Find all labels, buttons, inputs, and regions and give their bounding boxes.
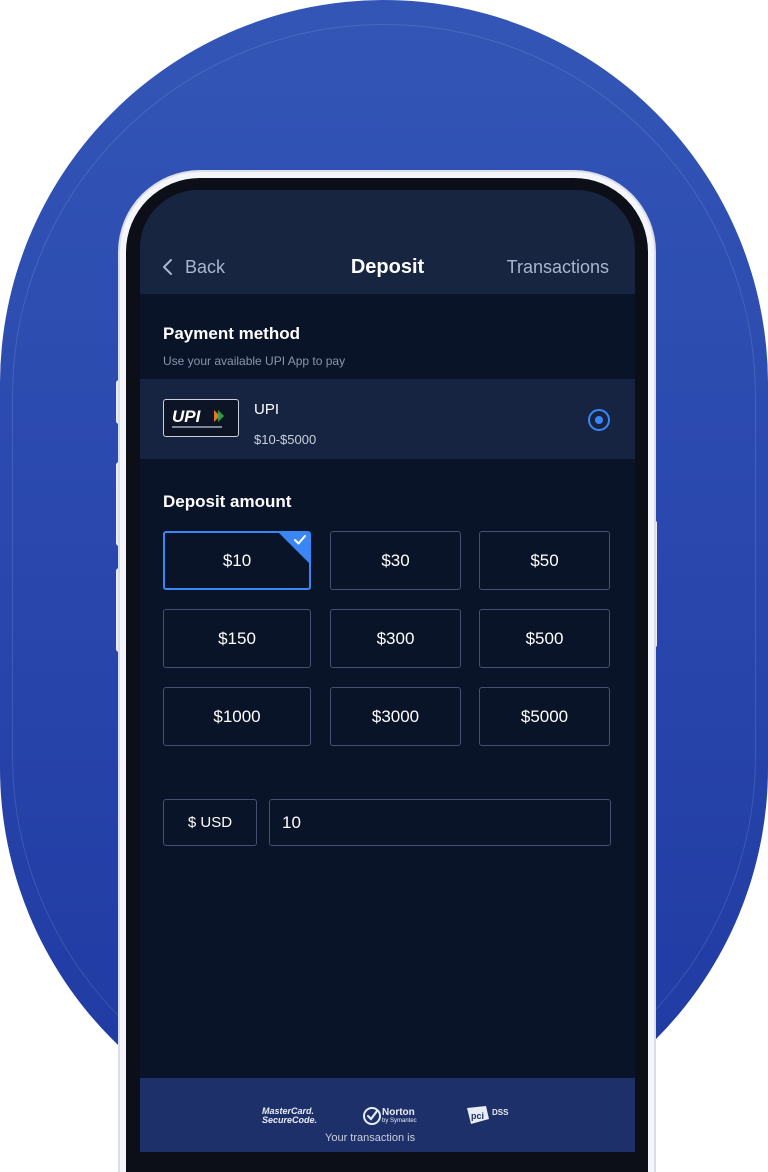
upi-name: UPI bbox=[254, 401, 280, 418]
amount-option-30[interactable]: $30 bbox=[330, 531, 461, 590]
amount-option-10[interactable]: $10 bbox=[163, 531, 311, 590]
amount-option-5000[interactable]: $5000 bbox=[479, 687, 610, 746]
app-header: Back Deposit Transactions bbox=[140, 190, 635, 294]
mastercard-securecode-badge: MasterCard. SecureCode. bbox=[262, 1107, 317, 1125]
transactions-link[interactable]: Transactions bbox=[507, 254, 609, 280]
amount-label: $1000 bbox=[213, 706, 261, 726]
radio-selected-dot bbox=[595, 416, 603, 424]
upi-radio[interactable] bbox=[588, 409, 610, 431]
amount-label: $150 bbox=[218, 628, 256, 648]
svg-text:pci: pci bbox=[471, 1111, 484, 1121]
currency-selector[interactable]: $ USD bbox=[163, 799, 257, 846]
amount-input-value: 10 bbox=[282, 812, 301, 832]
security-footer: MasterCard. SecureCode. Norton by Symant… bbox=[140, 1078, 635, 1152]
badge-line: by Symantec bbox=[382, 1118, 417, 1124]
amount-input[interactable]: 10 bbox=[269, 799, 611, 846]
pci-dss-badge: DSS bbox=[492, 1108, 509, 1117]
footer-note: Your transaction is bbox=[325, 1132, 416, 1144]
upi-logo: UPI bbox=[163, 399, 239, 437]
pci-shield-icon: pci bbox=[466, 1105, 490, 1125]
badge-line: Norton bbox=[382, 1107, 415, 1118]
upi-logo-text: UPI bbox=[172, 407, 202, 426]
check-icon bbox=[294, 535, 306, 545]
payment-method-title: Payment method bbox=[163, 324, 300, 343]
amount-label: $500 bbox=[525, 628, 564, 648]
amount-label: $300 bbox=[376, 628, 415, 648]
amount-label: $10 bbox=[222, 550, 252, 570]
norton-check-icon bbox=[362, 1106, 382, 1126]
payment-method-subtitle: Use your available UPI App to pay bbox=[163, 354, 346, 368]
amount-option-50[interactable]: $50 bbox=[479, 531, 610, 590]
amount-label: $50 bbox=[530, 550, 559, 570]
norton-badge: Norton by Symantec bbox=[382, 1108, 417, 1126]
payment-option-upi[interactable]: UPI UPI $10-$5000 bbox=[140, 379, 635, 459]
deposit-amount-title: Deposit amount bbox=[163, 492, 292, 511]
amount-label: $3000 bbox=[371, 706, 420, 726]
badge-line: SecureCode. bbox=[262, 1115, 318, 1125]
amount-label: $30 bbox=[381, 550, 410, 570]
amount-label: $5000 bbox=[520, 706, 569, 726]
amount-option-300[interactable]: $300 bbox=[330, 609, 461, 668]
upi-range: $10-$5000 bbox=[254, 432, 317, 447]
amount-option-500[interactable]: $500 bbox=[479, 609, 610, 668]
phone-screen: Back Deposit Transactions Payment method… bbox=[140, 190, 635, 1152]
amount-option-150[interactable]: $150 bbox=[163, 609, 311, 668]
amount-option-1000[interactable]: $1000 bbox=[163, 687, 311, 746]
amount-option-3000[interactable]: $3000 bbox=[330, 687, 461, 746]
